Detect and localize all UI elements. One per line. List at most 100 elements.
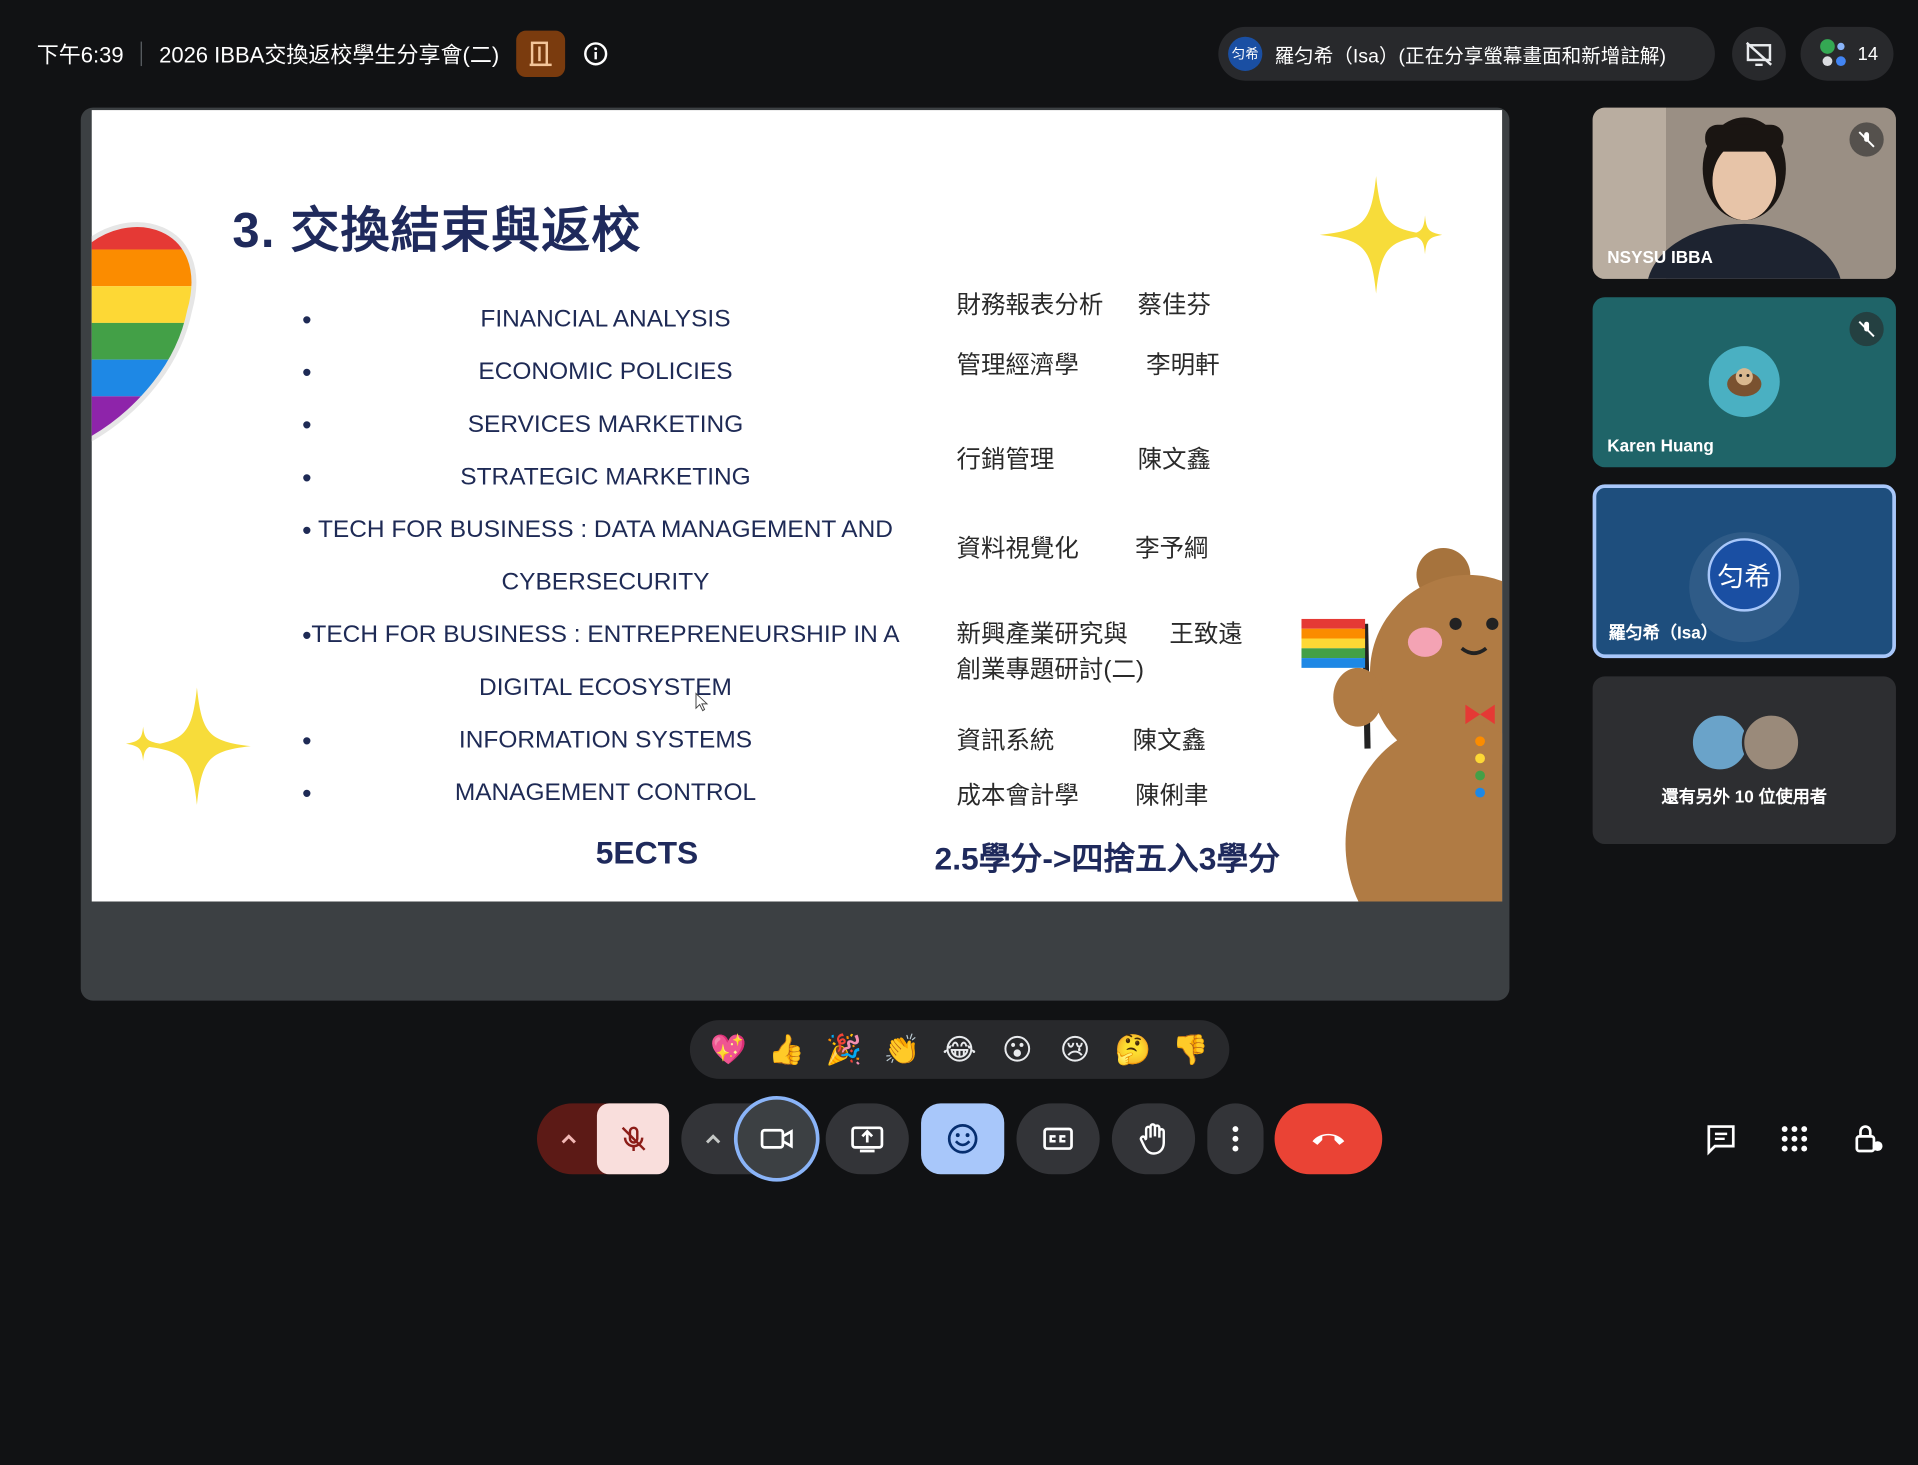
raise-hand-icon (1139, 1123, 1165, 1155)
leave-call-button[interactable] (1274, 1103, 1383, 1175)
camera-toggle-button[interactable] (733, 1095, 820, 1182)
course-list: FINANCIAL ANALYSIS ECONOMIC POLICIES SER… (287, 294, 923, 820)
reaction-thumbs-up[interactable]: 👍 (764, 1032, 808, 1067)
otter-avatar-icon (1727, 368, 1762, 397)
zh-course-name: 行銷管理 (956, 446, 1055, 474)
mic-toggle-button[interactable] (596, 1103, 670, 1175)
present-screen-button[interactable] (825, 1103, 909, 1175)
camera-icon (760, 1128, 793, 1149)
reaction-sparkling-heart[interactable]: 💖 (707, 1032, 751, 1067)
zh-course-name: 資料視覺化 (956, 535, 1079, 563)
reaction-surprised[interactable]: 😮 (995, 1032, 1039, 1067)
reaction-party-popper[interactable]: 🎉 (822, 1032, 866, 1067)
participant-tile-nsysu[interactable]: NSYSU IBBA (1592, 107, 1896, 279)
course-item: SERVICES MARKETING (287, 399, 923, 452)
captions-button[interactable] (1016, 1103, 1100, 1175)
more-participants-tile[interactable]: 還有另外 10 位使用者 (1592, 676, 1896, 845)
participant-avatar (1690, 713, 1750, 772)
zh-course-row: 財務報表分析 蔡佳芬 (956, 289, 1211, 324)
course-item: STRATEGIC MARKETING (287, 451, 923, 504)
door-icon (529, 41, 552, 67)
present-screen-icon (851, 1126, 884, 1153)
zh-course-row: 資訊系統 陳文鑫 (956, 724, 1207, 759)
camera-control-group (681, 1095, 820, 1182)
chat-button[interactable] (1700, 1118, 1742, 1160)
hide-presentation-button[interactable] (1732, 26, 1786, 81)
host-controls-side-button[interactable] (1847, 1118, 1889, 1160)
credit-note: 2.5學分->四捨五入3學分 (934, 840, 1281, 878)
zh-course-row: 行銷管理 陳文鑫 (956, 443, 1211, 478)
audio-options-button[interactable] (537, 1103, 601, 1174)
apps-grid-icon (1781, 1126, 1808, 1152)
zh-course-name: 財務報表分析 (956, 292, 1104, 320)
presenter-avatar: 匀希 (1228, 36, 1263, 71)
divider (140, 41, 142, 67)
activities-button[interactable] (1774, 1118, 1816, 1160)
zh-course-teacher: 王致遠 (1169, 621, 1243, 649)
zh-course-name: 資訊系統 (956, 727, 1055, 755)
course-item: TECH FOR BUSINESS : DATA MANAGEMENT AND … (287, 504, 923, 609)
reaction-thumbs-down[interactable]: 👎 (1169, 1032, 1213, 1067)
chevron-up-icon (561, 1134, 576, 1144)
reaction-laughing[interactable]: 😂 (938, 1032, 982, 1067)
participant-tile-karen[interactable]: Karen Huang (1592, 297, 1896, 468)
zh-course-teacher: 蔡佳芬 (1137, 292, 1211, 320)
presenter-label: 羅匀希（Isa）(正在分享螢幕畫面和新增註解) (1274, 46, 1667, 68)
mic-control-group (536, 1103, 670, 1175)
reaction-thinking[interactable]: 🤔 (1111, 1032, 1155, 1067)
mic-off-icon (621, 1126, 645, 1152)
reaction-crying[interactable]: 😢 (1053, 1032, 1097, 1067)
chevron-up-icon (705, 1134, 721, 1144)
presenter-indicator[interactable]: 匀希 羅匀希（Isa）(正在分享螢幕畫面和新增註解) (1218, 26, 1715, 81)
chat-icon (1707, 1125, 1735, 1156)
course-item: FINANCIAL ANALYSIS (287, 294, 923, 347)
course-item: ECONOMIC POLICIES (287, 346, 923, 399)
zh-course-row: 管理經濟學 李明軒 (956, 349, 1220, 384)
zh-course-name: 管理經濟學 (956, 352, 1079, 380)
zh-course-row: 新興產業研究與 創業專題研討(二) 王致遠 (956, 618, 1243, 689)
participant-avatar: 匀希 (1707, 538, 1781, 612)
mic-off-icon (1858, 321, 1875, 338)
zh-course-name: 成本會計學 (956, 782, 1079, 810)
info-icon[interactable] (582, 40, 609, 67)
participant-tile-self[interactable]: 匀希 羅匀希（Isa） (1592, 484, 1896, 659)
zh-course-teacher: 李予綱 (1135, 535, 1209, 563)
mouse-cursor-icon (695, 692, 709, 712)
host-controls-button[interactable] (516, 30, 566, 78)
more-options-button[interactable] (1207, 1103, 1264, 1175)
zh-course-row: 成本會計學 陳俐聿 (956, 779, 1209, 814)
zh-course-name-line2: 創業專題研討(二) (956, 656, 1145, 684)
zh-course-name: 新興產業研究與 (956, 621, 1128, 649)
raise-hand-button[interactable] (1111, 1103, 1196, 1175)
sparkle-decoration (1319, 176, 1443, 294)
slide-title: 3. 交換結束與返校 (232, 204, 642, 259)
hang-up-icon (1312, 1133, 1345, 1145)
meeting-title: 2026 IBBA交換返校學生分享會(二) (159, 42, 500, 68)
mic-off-badge (1849, 122, 1884, 157)
mic-off-badge (1849, 311, 1884, 347)
ects-label: 5ECTS (595, 834, 699, 871)
reactions-button[interactable] (921, 1103, 1005, 1175)
participant-name: Karen Huang (1607, 435, 1714, 456)
course-item: TECH FOR BUSINESS : ENTREPRENEURSHIP IN … (287, 609, 923, 714)
closed-captions-icon (1043, 1127, 1073, 1150)
participants-button[interactable]: 14 (1800, 26, 1894, 81)
smiley-icon (947, 1123, 978, 1154)
zh-course-teacher: 陳文鑫 (1132, 727, 1207, 755)
rainbow-heart-decoration (91, 222, 197, 446)
more-participants-label: 還有另外 10 位使用者 (1661, 786, 1828, 807)
participant-avatar (1708, 346, 1780, 418)
zh-course-row: 資料視覺化 李予綱 (956, 532, 1209, 567)
mic-off-icon (1858, 131, 1875, 148)
reaction-clapping[interactable]: 👏 (880, 1032, 924, 1067)
course-item: INFORMATION SYSTEMS (287, 714, 923, 767)
reactions-bar: 💖 👍 🎉 👏 😂 😮 😢 🤔 👎 (689, 1020, 1230, 1079)
participant-avatar (1741, 713, 1801, 772)
clock: 下午6:39 (36, 42, 124, 68)
sparkle-decoration (125, 687, 251, 805)
participant-name: 羅匀希（Isa） (1608, 622, 1718, 643)
shared-slide: 3. 交換結束與返校 FINANCIAL ANALYSIS ECONOMIC P… (91, 110, 1503, 902)
bear-mascot-decoration (1301, 547, 1503, 902)
participants-count: 14 (1857, 43, 1879, 65)
presentation-off-icon (1745, 41, 1773, 67)
